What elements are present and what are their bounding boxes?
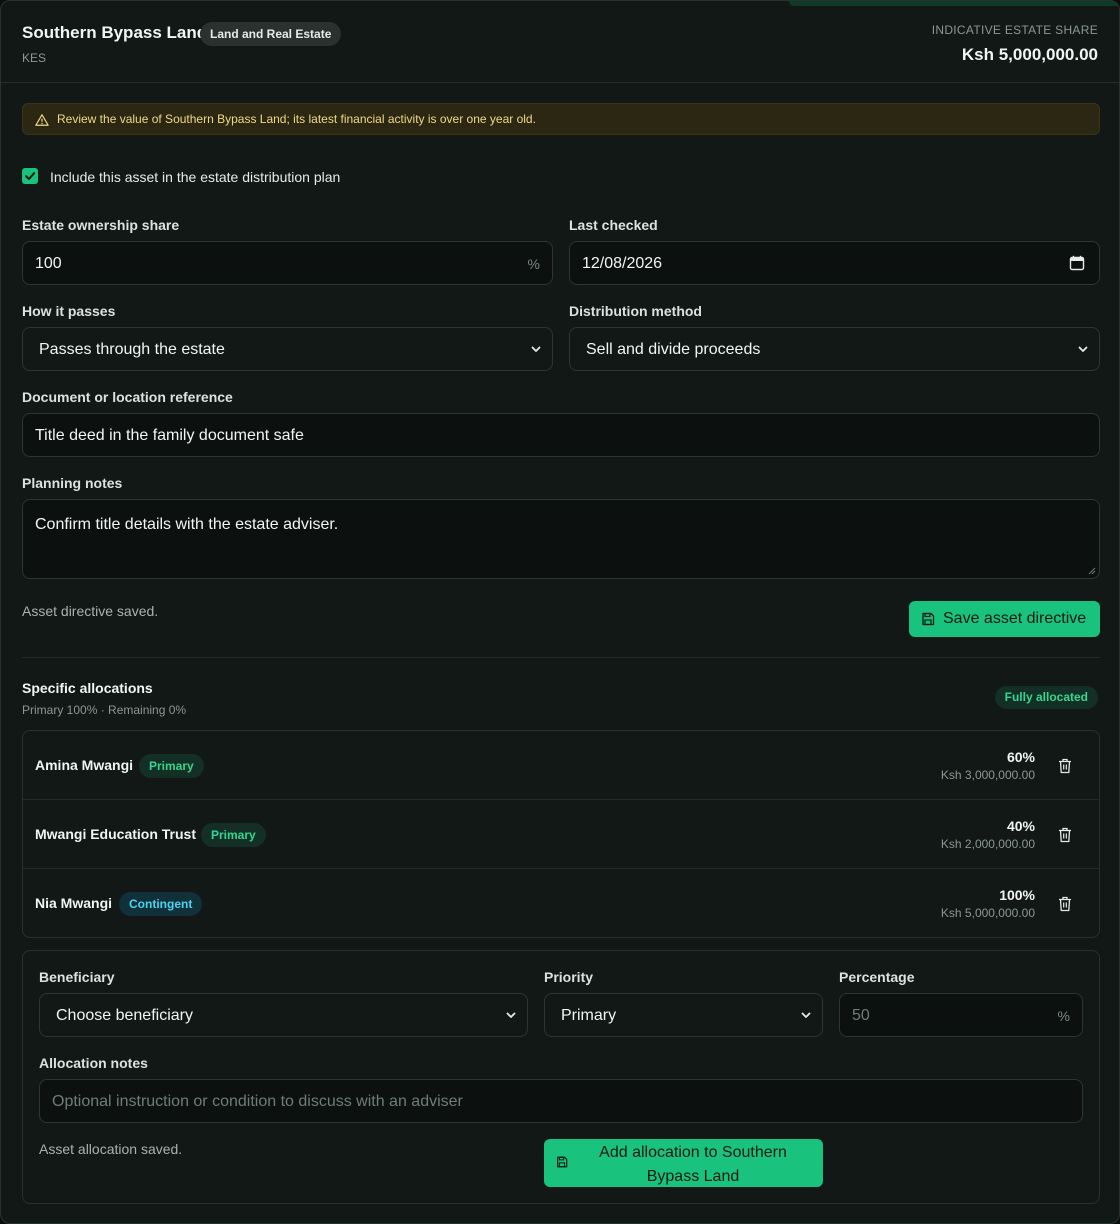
- beneficiary-label: Beneficiary: [39, 969, 115, 985]
- chevron-down-icon: [531, 346, 541, 352]
- beneficiary-select[interactable]: Choose beneficiary: [39, 993, 528, 1037]
- allocation-notes-label: Allocation notes: [39, 1055, 148, 1071]
- allocation-amount: Ksh 2,000,000.00: [940, 837, 1035, 851]
- priority-label: Priority: [544, 969, 594, 985]
- beneficiary-name: Amina Mwangi: [35, 757, 134, 773]
- planning-notes-value: Confirm title details with the estate ad…: [35, 516, 339, 533]
- planning-notes-textarea[interactable]: Confirm title details with the estate ad…: [22, 499, 1100, 579]
- ownership-share-input[interactable]: 100 %: [22, 241, 553, 285]
- allocation-notes-placeholder: Optional instruction or condition to dis…: [52, 1093, 463, 1110]
- trash-icon[interactable]: [1058, 758, 1072, 774]
- save-icon: [557, 1156, 568, 1168]
- priority-badge: Primary: [201, 823, 266, 847]
- planning-notes-label: Planning notes: [22, 475, 123, 491]
- asset-header: Southern Bypass Land Land and Real Estat…: [1, 1, 1119, 83]
- asset-card: Southern Bypass Land Land and Real Estat…: [0, 0, 1120, 1224]
- stale-value-warning: Review the value of Southern Bypass Land…: [22, 103, 1100, 135]
- reference-label: Document or location reference: [22, 389, 233, 405]
- allocation-status: Asset allocation saved.: [39, 1141, 183, 1157]
- distribution-method-select[interactable]: Sell and divide proceeds: [569, 327, 1100, 371]
- category-badge: Land and Real Estate: [200, 22, 342, 46]
- chevron-down-icon: [1078, 346, 1088, 352]
- trash-icon[interactable]: [1058, 827, 1072, 843]
- save-button-label: Save asset directive: [943, 610, 1087, 627]
- percent-suffix: %: [527, 256, 540, 272]
- allocation-amount: Ksh 5,000,000.00: [940, 906, 1035, 920]
- allocation-notes-input[interactable]: Optional instruction or condition to dis…: [39, 1079, 1083, 1123]
- allocation-row: Amina Mwangi Primary 60% Ksh 3,000,000.0…: [23, 731, 1099, 800]
- allocation-row: Nia Mwangi Contingent 100% Ksh 5,000,000…: [23, 869, 1099, 937]
- beneficiary-value: Choose beneficiary: [56, 1007, 193, 1024]
- allocation-status-badge: Fully allocated: [994, 686, 1098, 709]
- trash-icon[interactable]: [1058, 896, 1072, 912]
- check-icon: [25, 172, 36, 180]
- include-label: Include this asset in the estate distrib…: [50, 169, 341, 185]
- section-divider: [22, 657, 1100, 658]
- allocations-summary: Primary 100% · Remaining 0%: [22, 703, 187, 717]
- how-it-passes-select[interactable]: Passes through the estate: [22, 327, 553, 371]
- chevron-down-icon: [801, 1012, 811, 1018]
- estate-share-label: INDICATIVE ESTATE SHARE: [931, 23, 1098, 37]
- how-it-passes-value: Passes through the estate: [39, 341, 225, 358]
- asset-title: Southern Bypass Land: [22, 23, 208, 42]
- percentage-label: Percentage: [839, 969, 915, 985]
- allocation-percent: 100%: [999, 887, 1035, 903]
- percent-suffix: %: [1057, 1008, 1070, 1024]
- percentage-input[interactable]: 50 %: [839, 993, 1083, 1037]
- warning-text: Review the value of Southern Bypass Land…: [57, 112, 536, 126]
- ownership-share-label: Estate ownership share: [22, 217, 180, 233]
- reference-value: Title deed in the family document safe: [35, 427, 304, 444]
- last-checked-value: 12/08/2026: [582, 255, 663, 272]
- priority-badge: Contingent: [119, 892, 203, 916]
- add-allocation-button[interactable]: Add allocation to Southern Bypass Land: [544, 1139, 823, 1187]
- allocation-percent: 60%: [1006, 749, 1035, 765]
- add-button-label: Add allocation to Southern Bypass Land: [599, 1144, 787, 1185]
- allocation-percent: 40%: [1006, 818, 1035, 834]
- save-icon: [922, 612, 935, 626]
- include-checkbox[interactable]: [22, 168, 38, 184]
- ownership-share-value: 100: [35, 255, 62, 272]
- estate-share-value: Ksh 5,000,000.00: [961, 45, 1098, 64]
- currency-code: KES: [22, 51, 47, 65]
- allocation-amount: Ksh 3,000,000.00: [940, 768, 1035, 782]
- chevron-down-icon: [506, 1012, 516, 1018]
- distribution-method-label: Distribution method: [569, 303, 702, 319]
- save-asset-directive-button[interactable]: Save asset directive: [909, 601, 1100, 637]
- how-it-passes-label: How it passes: [22, 303, 116, 319]
- beneficiary-name: Mwangi Education Trust: [35, 826, 197, 842]
- last-checked-label: Last checked: [569, 217, 658, 233]
- distribution-method-value: Sell and divide proceeds: [586, 341, 761, 358]
- last-checked-date-input[interactable]: 12/08/2026: [569, 241, 1100, 285]
- percentage-placeholder: 50: [852, 1007, 870, 1024]
- directive-status: Asset directive saved.: [22, 603, 159, 619]
- priority-value: Primary: [561, 1007, 617, 1024]
- priority-select[interactable]: Primary: [544, 993, 823, 1037]
- calendar-icon[interactable]: [1069, 255, 1085, 271]
- priority-badge: Primary: [139, 754, 204, 778]
- beneficiary-name: Nia Mwangi: [35, 895, 113, 911]
- resize-grip-icon[interactable]: [1088, 567, 1096, 575]
- allocations-title: Specific allocations: [22, 680, 153, 696]
- allocation-list: Amina Mwangi Primary 60% Ksh 3,000,000.0…: [22, 730, 1100, 938]
- reference-input[interactable]: Title deed in the family document safe: [22, 413, 1100, 457]
- warning-triangle-icon: [35, 114, 49, 126]
- allocation-row: Mwangi Education Trust Primary 40% Ksh 2…: [23, 800, 1099, 869]
- new-allocation-form: Beneficiary Choose beneficiary Priority …: [22, 950, 1100, 1204]
